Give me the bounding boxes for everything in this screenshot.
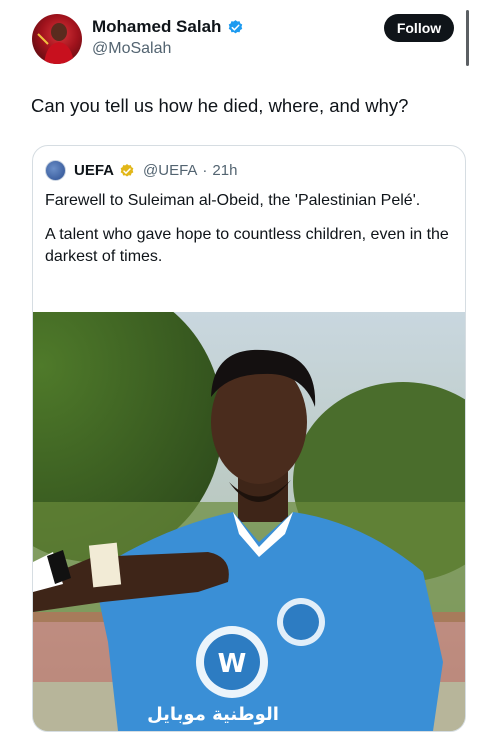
verified-gold-badge-icon bbox=[120, 163, 134, 177]
author-handle[interactable]: @MoSalah bbox=[92, 40, 171, 58]
scrollbar[interactable] bbox=[466, 10, 469, 66]
quoted-paragraph-2: A talent who gave hope to countless chil… bbox=[45, 226, 449, 265]
quoted-separator: · bbox=[202, 162, 208, 179]
quoted-author-handle: @UEFA bbox=[143, 162, 198, 179]
jersey-sponsor-text: الوطنية موبايل bbox=[147, 704, 279, 725]
quoted-timestamp: 21h bbox=[212, 162, 238, 179]
uefa-avatar bbox=[45, 160, 66, 181]
quoted-tweet-body: Farewell to Suleiman al-Obeid, the 'Pale… bbox=[45, 190, 453, 280]
verified-badge-icon bbox=[229, 19, 243, 33]
quoted-tweet-header: UEFA @UEFA · 21h bbox=[45, 160, 237, 181]
follow-button[interactable]: Follow bbox=[384, 14, 454, 42]
author-avatar[interactable] bbox=[32, 14, 82, 64]
quoted-paragraph-1: Farewell to Suleiman al-Obeid, the 'Pale… bbox=[45, 192, 421, 209]
quoted-tweet-photo[interactable]: W الوطنية موبايل bbox=[33, 312, 465, 731]
tweet-text: Can you tell us how he died, where, and … bbox=[31, 95, 409, 116]
author-name-row: Mohamed Salah bbox=[92, 17, 244, 37]
quoted-author-name: UEFA bbox=[74, 162, 115, 179]
svg-text:W: W bbox=[218, 649, 247, 679]
author-name[interactable]: Mohamed Salah bbox=[92, 17, 221, 37]
quoted-tweet-card[interactable]: UEFA @UEFA · 21h Farewell to Suleiman al… bbox=[32, 145, 466, 732]
